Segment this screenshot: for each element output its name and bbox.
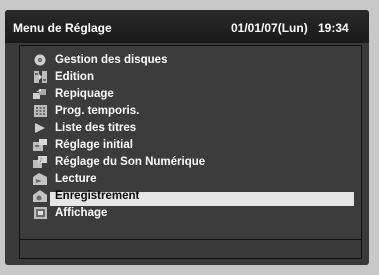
menu-item-affichage[interactable]: Affichage (20, 205, 361, 221)
menu-item-label: Repiquage (55, 88, 114, 100)
menu-item-repiquage[interactable]: Repiquage (20, 86, 361, 102)
menu-item-edition[interactable]: Edition (20, 69, 361, 85)
time-display: 19:34 (318, 21, 349, 35)
menu-item-label: Enregistrement (55, 190, 140, 202)
menu-item-liste-des-titres[interactable]: Liste des titres (20, 120, 361, 136)
initial-setup-icon (33, 139, 47, 151)
menu-item-label: Edition (55, 71, 94, 83)
menu-item-label: Prog. temporis. (55, 105, 140, 117)
disc-icon (33, 54, 47, 66)
menu-footer-bar (19, 239, 362, 259)
recording-icon (33, 190, 47, 202)
menu-item-prog-temporis[interactable]: Prog. temporis. (20, 103, 361, 119)
menu-item-reglage-du-son-numerique[interactable]: ♪ Réglage du Son Numérique (20, 154, 361, 170)
menu-title: Menu de Réglage (13, 21, 112, 35)
playback-icon (33, 173, 47, 185)
svg-text:♪: ♪ (39, 157, 43, 164)
menu-item-label: Réglage initial (55, 139, 133, 151)
menu-item-label: Lecture (55, 173, 97, 185)
menu-item-reglage-initial[interactable]: Réglage initial (20, 137, 361, 153)
menu-item-label: Réglage du Son Numérique (55, 156, 206, 168)
menu-item-enregistrement[interactable]: Enregistrement (20, 188, 361, 204)
timer-program-icon (33, 105, 47, 117)
play-list-icon (33, 122, 47, 134)
dubbing-icon (33, 88, 47, 100)
setup-menu-screen: Menu de Réglage 01/01/07(Lun) 19:34 Gest… (5, 10, 369, 265)
menu-item-lecture[interactable]: Lecture (20, 171, 361, 187)
display-icon (33, 207, 47, 219)
menu-header: Menu de Réglage 01/01/07(Lun) 19:34 (5, 10, 369, 43)
date-display: 01/01/07(Lun) (231, 21, 308, 35)
digital-audio-icon: ♪ (33, 156, 47, 168)
menu-item-gestion-des-disques[interactable]: Gestion des disques (20, 52, 361, 68)
menu-item-label: Liste des titres (55, 122, 137, 134)
menu-panel: Gestion des disques Edition Repiquage Pr… (19, 45, 362, 242)
menu-item-label: Gestion des disques (55, 54, 168, 66)
edit-icon (33, 71, 47, 83)
menu-item-label: Affichage (55, 207, 108, 219)
